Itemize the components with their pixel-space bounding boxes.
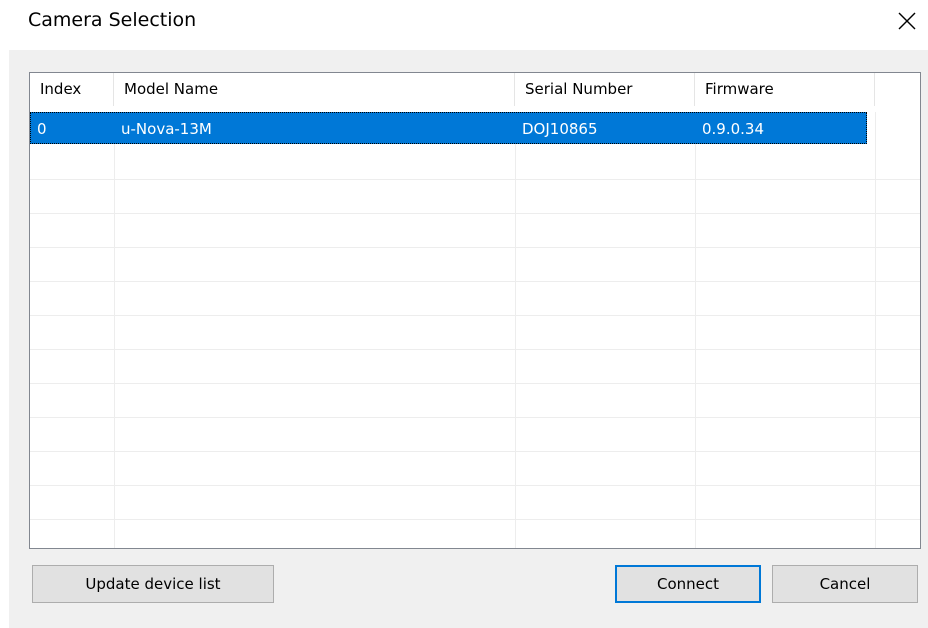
column-header-filler: [875, 73, 920, 106]
empty-row: [30, 520, 920, 548]
empty-row: [30, 486, 920, 520]
title-bar: Camera Selection: [0, 0, 928, 50]
empty-row: [30, 350, 920, 384]
column-header-firmware[interactable]: Firmware: [695, 73, 875, 106]
list-header: Index Model Name Serial Number Firmware: [30, 73, 920, 106]
column-header-serial-number[interactable]: Serial Number: [515, 73, 695, 106]
empty-row: [30, 418, 920, 452]
empty-row: [30, 214, 920, 248]
window-title: Camera Selection: [28, 9, 197, 31]
empty-row: [30, 180, 920, 214]
table-row[interactable]: 0 u-Nova-13M DOJ10865 0.9.0.34: [30, 112, 867, 144]
cancel-button[interactable]: Cancel: [772, 565, 918, 603]
cell-firmware: 0.9.0.34: [702, 120, 765, 138]
empty-row: [30, 452, 920, 486]
close-button[interactable]: [892, 6, 922, 36]
device-list[interactable]: Index Model Name Serial Number Firmware …: [29, 72, 921, 549]
cell-serial-number: DOJ10865: [522, 120, 598, 138]
empty-row: [30, 384, 920, 418]
connect-button[interactable]: Connect: [615, 565, 761, 603]
cell-model-name: u-Nova-13M: [121, 120, 212, 138]
dialog-body: Index Model Name Serial Number Firmware …: [9, 50, 928, 628]
cell-index: 0: [37, 120, 47, 138]
empty-row: [30, 282, 920, 316]
empty-row: [30, 248, 920, 282]
column-header-model-name[interactable]: Model Name: [114, 73, 515, 106]
list-rows: 0 u-Nova-13M DOJ10865 0.9.0.34: [30, 112, 920, 548]
close-icon: [898, 12, 916, 30]
column-header-index[interactable]: Index: [30, 73, 114, 106]
empty-row: [30, 146, 920, 180]
update-device-list-button[interactable]: Update device list: [32, 565, 274, 603]
empty-row: [30, 316, 920, 350]
